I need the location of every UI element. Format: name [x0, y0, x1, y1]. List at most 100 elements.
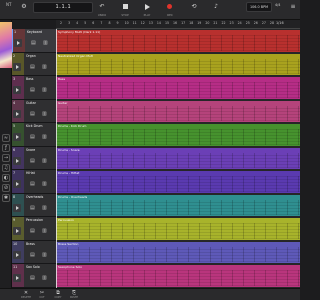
track-solo-icon[interactable]: ▥	[42, 275, 47, 281]
audio-region[interactable]: Neutralized Organ Mult	[56, 53, 300, 76]
position-display[interactable]: 1.1.1	[33, 2, 93, 13]
ruler-bar-number: 5	[84, 21, 87, 25]
track-number: 8	[13, 194, 16, 199]
ruler-bar-number: 27	[261, 21, 266, 25]
track-header[interactable]: 6 Snare ▤ ▥	[12, 146, 56, 171]
instrument-artwork[interactable]	[0, 22, 12, 68]
audio-region[interactable]: Drums - HiHat	[56, 171, 300, 193]
paste-button[interactable]: ⎘ PASTE	[66, 290, 82, 299]
audio-region[interactable]: Drums - Overheads	[56, 194, 300, 217]
audio-region[interactable]: Guitar	[56, 100, 300, 123]
track-play-button[interactable]	[13, 62, 21, 71]
track-solo-icon[interactable]: ▥	[42, 252, 47, 258]
copy-button[interactable]: ⧉ COPY	[50, 290, 66, 299]
track-solo-icon[interactable]: ▥	[42, 134, 47, 140]
track-mute-icon[interactable]: ▤	[30, 64, 35, 70]
track-solo-icon[interactable]: ▥	[42, 228, 47, 234]
track-header[interactable]: 5 Kick Drum ▤ ▥	[12, 123, 56, 147]
pan-icon[interactable]: ◐	[2, 174, 10, 182]
zoom-control[interactable]: 1/16	[276, 21, 284, 25]
track-mute-icon[interactable]: ▤	[30, 111, 35, 117]
track-mute-icon[interactable]: ▤	[30, 87, 35, 93]
track-header[interactable]: 4 Guitar ▤ ▥	[12, 99, 56, 124]
audio-region[interactable]: Drums - Kick Drum	[56, 124, 300, 146]
track-header[interactable]: 2 Organ ▤ ▥	[12, 52, 56, 77]
track-mute-icon[interactable]: ▤	[30, 181, 35, 187]
track-play-button[interactable]	[14, 39, 22, 47]
region-label: Neutralized Organ Mult	[58, 53, 93, 58]
track-play-button[interactable]	[13, 227, 21, 236]
sends-icon[interactable]: →	[2, 154, 10, 162]
track-header[interactable]: 11 Sax Solo ▤ ▥	[12, 264, 56, 288]
track-solo-icon[interactable]: ▥	[42, 205, 47, 211]
record-button[interactable]	[167, 4, 172, 9]
time-signature[interactable]: 4/4	[275, 3, 280, 7]
track-header[interactable]: 1 Keyboard ▤ ▥	[12, 29, 56, 53]
undo-icon[interactable]: ↶	[98, 3, 106, 11]
bottom-edit-bar: ✕ DELETE ✂ CUT ⧉ COPY ⎘ PASTE	[0, 288, 300, 300]
track-mute-icon[interactable]: ▤	[30, 275, 35, 281]
track-play-button[interactable]	[13, 156, 21, 165]
track-mute-icon[interactable]: ▤	[30, 158, 35, 164]
audio-region[interactable]: Saxophone Solo	[56, 265, 300, 287]
loop-icon[interactable]: ⟲	[190, 3, 198, 11]
track-number: 3	[13, 77, 16, 82]
track-mute-icon[interactable]: ▤	[30, 252, 35, 258]
track-number: 11	[13, 265, 18, 270]
track-solo-icon[interactable]: ▥	[43, 40, 48, 46]
track-play-button[interactable]	[13, 133, 21, 142]
settings-icon[interactable]: ⚙	[20, 3, 28, 11]
stop-button[interactable]	[123, 4, 128, 9]
play-button[interactable]	[145, 4, 150, 10]
ruler-bar-number: 20	[205, 21, 210, 25]
fx-icon[interactable]: ƒ	[2, 144, 10, 152]
track-header[interactable]: 3 Bass ▤ ▥	[12, 76, 56, 100]
track-header[interactable]: 10 Brass ▤ ▥	[12, 240, 56, 265]
delete-button[interactable]: ✕ DELETE	[18, 290, 34, 299]
stop-label: STOP	[121, 13, 129, 17]
audio-region[interactable]: Symphony Multi (Dark 1.11)	[56, 30, 300, 52]
track-mute-icon[interactable]: ▤	[30, 134, 35, 140]
mute-all-icon[interactable]: ⊘	[2, 184, 10, 192]
track-header[interactable]: 7 HiHat ▤ ▥	[12, 170, 56, 194]
track-play-button[interactable]	[13, 274, 21, 283]
region-waveform	[56, 129, 300, 145]
playhead[interactable]	[56, 29, 57, 288]
track-name: Keyboard	[27, 30, 42, 34]
track-name: Snare	[26, 147, 36, 152]
track-header[interactable]: 8 Overheads ▤ ▥	[12, 193, 56, 218]
track-play-button[interactable]	[13, 250, 21, 259]
region-label: Bass	[58, 77, 66, 82]
metronome-icon[interactable]: ♪	[212, 3, 220, 11]
track-solo-icon[interactable]: ▥	[42, 87, 47, 93]
track-mute-icon[interactable]: ▤	[30, 205, 35, 211]
timeline-ruler[interactable]: 2 3 4 5 6 7 8 9 10 11 12 13 14 15 16 17 18 19 20 21 22 23 24 25…	[56, 20, 300, 29]
track-play-button[interactable]	[13, 203, 21, 212]
track-play-button[interactable]	[13, 86, 21, 95]
track-play-button[interactable]	[13, 109, 21, 118]
audio-region[interactable]: Brass Section	[56, 241, 300, 264]
track-mute-icon[interactable]: ▤	[30, 228, 35, 234]
volume-icon[interactable]: ♫	[2, 164, 10, 172]
region-waveform	[56, 35, 300, 51]
tempo-display[interactable]: 106.0 BPM	[246, 2, 272, 12]
delete-label: DELETE	[21, 296, 31, 299]
track-solo-icon[interactable]: ▥	[42, 64, 47, 70]
track-name: Percussion	[26, 218, 43, 223]
track-play-button[interactable]	[13, 180, 21, 189]
audio-region[interactable]: Bass	[56, 77, 300, 99]
cut-button[interactable]: ✂ CUT	[34, 290, 50, 299]
track-name: HiHat	[26, 171, 35, 176]
audio-region[interactable]: Percussion	[56, 218, 300, 240]
track-number: 1	[14, 30, 17, 34]
track-mute-icon[interactable]: ▤	[31, 40, 36, 46]
mixer-icon[interactable]: ≡	[289, 3, 297, 11]
track-header[interactable]: 9 Percussion ▤ ▥	[12, 217, 56, 241]
audio-region[interactable]: Drums - Snare	[56, 147, 300, 170]
ruler-bar-number: 28	[269, 21, 274, 25]
track-solo-icon[interactable]: ▥	[42, 181, 47, 187]
track-solo-icon[interactable]: ▥	[42, 111, 47, 117]
solo-all-icon[interactable]: ✱	[2, 194, 10, 202]
eq-icon[interactable]: ≈	[2, 134, 10, 142]
track-solo-icon[interactable]: ▥	[42, 158, 47, 164]
